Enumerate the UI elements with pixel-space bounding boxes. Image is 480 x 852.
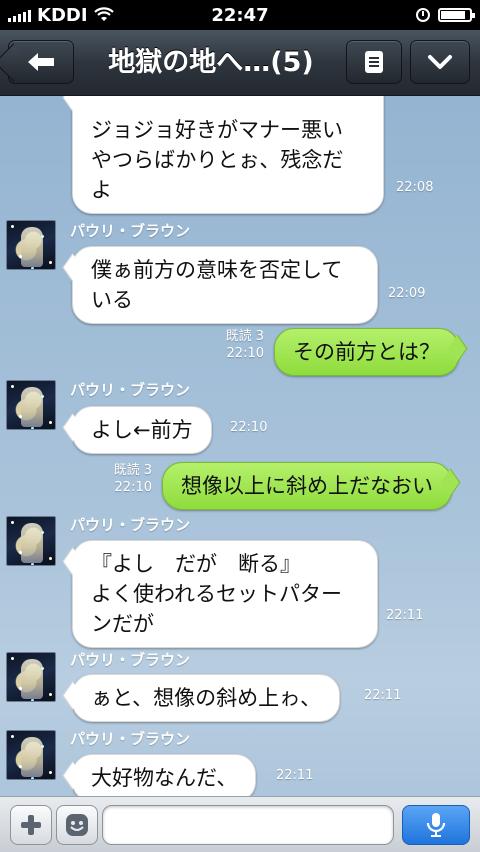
sender-name: パウリ・ブラウン bbox=[70, 381, 191, 399]
list-icon bbox=[365, 51, 383, 73]
message-time: 22:11 bbox=[386, 608, 424, 623]
message-bubble[interactable]: 想像以上に斜め上だなおい bbox=[162, 462, 452, 510]
message-text: 僕ぁ前方の意味を否定して いる bbox=[91, 258, 343, 312]
dropdown-button[interactable] bbox=[410, 40, 470, 84]
message-bubble[interactable]: 大好物なんだ、 bbox=[72, 754, 257, 796]
message-text: その前方とは？ bbox=[293, 340, 440, 364]
message-input[interactable] bbox=[102, 805, 394, 845]
avatar[interactable] bbox=[6, 730, 56, 780]
status-left: KDDI bbox=[8, 5, 114, 26]
chat-area[interactable]: ジョジョ好きがマナー悪い やつらばかりとぉ、残念だ よ 22:08 パウリ・ブラ… bbox=[0, 96, 480, 796]
message-text: 想像以上に斜め上だなおい bbox=[181, 474, 433, 498]
sender-name: パウリ・ブラウン bbox=[70, 730, 191, 748]
message-bubble[interactable]: 『よし だが 断る』 よく使われるセットパター ンだが bbox=[72, 540, 378, 648]
message-text: 大好物なんだ、 bbox=[91, 766, 238, 790]
alarm-clock-icon bbox=[416, 8, 430, 22]
sender-name: パウリ・ブラウン bbox=[70, 516, 191, 534]
battery-icon bbox=[438, 8, 475, 22]
avatar[interactable] bbox=[6, 380, 56, 430]
sender-name: パウリ・ブラウン bbox=[70, 651, 191, 669]
add-button[interactable] bbox=[10, 805, 52, 845]
emoji-button[interactable] bbox=[56, 805, 98, 845]
arrow-left-icon bbox=[28, 53, 54, 71]
read-receipt: 既読 3 22:10 bbox=[90, 462, 152, 496]
message-bubble[interactable]: その前方とは？ bbox=[274, 328, 459, 376]
message-time: 22:09 bbox=[388, 286, 426, 301]
message-text: ぁと、想像の斜め上ゎ、 bbox=[91, 686, 322, 710]
plus-icon bbox=[21, 815, 41, 835]
mic-button[interactable] bbox=[402, 805, 470, 845]
smiley-icon bbox=[66, 814, 88, 836]
status-bar: KDDI 22:47 bbox=[0, 0, 480, 30]
sender-name: パウリ・ブラウン bbox=[70, 222, 191, 240]
chat-header: 地獄の地へ…(5) bbox=[0, 30, 480, 96]
message-time: 22:10 bbox=[230, 420, 268, 435]
status-right bbox=[416, 8, 475, 22]
chat-title: 地獄の地へ…(5) bbox=[108, 47, 314, 78]
message-bubble[interactable]: 僕ぁ前方の意味を否定して いる bbox=[72, 246, 378, 324]
message-text: ジョジョ好きがマナー悪い やつらばかりとぉ、残念だ よ bbox=[91, 118, 344, 202]
read-count: 既読 3 bbox=[113, 463, 152, 478]
message-time: 22:10 bbox=[114, 480, 152, 495]
message-text: よし←前方 bbox=[91, 418, 193, 442]
avatar[interactable] bbox=[6, 220, 56, 270]
message-time: 22:11 bbox=[276, 768, 314, 783]
signal-icon bbox=[8, 8, 31, 22]
message-bubble[interactable]: ジョジョ好きがマナー悪い やつらばかりとぉ、残念だ よ bbox=[72, 96, 384, 214]
read-receipt: 既読 3 22:10 bbox=[200, 328, 264, 362]
message-time: 22:08 bbox=[396, 180, 434, 195]
message-time: 22:10 bbox=[226, 346, 264, 361]
input-bar bbox=[0, 796, 480, 852]
menu-button[interactable] bbox=[346, 40, 402, 84]
read-count: 既読 3 bbox=[225, 329, 264, 344]
avatar[interactable] bbox=[6, 516, 56, 566]
message-text: 『よし だが 断る』 よく使われるセットパター ンだが bbox=[91, 552, 342, 636]
message-bubble[interactable]: よし←前方 bbox=[72, 406, 212, 454]
carrier-label: KDDI bbox=[37, 4, 88, 26]
back-button[interactable] bbox=[8, 40, 74, 84]
chevron-down-icon bbox=[428, 55, 452, 69]
wifi-icon bbox=[93, 7, 114, 21]
message-bubble[interactable]: ぁと、想像の斜め上ゎ、 bbox=[72, 674, 341, 722]
avatar[interactable] bbox=[6, 652, 56, 702]
microphone-icon bbox=[426, 813, 446, 837]
message-time: 22:11 bbox=[364, 688, 402, 703]
